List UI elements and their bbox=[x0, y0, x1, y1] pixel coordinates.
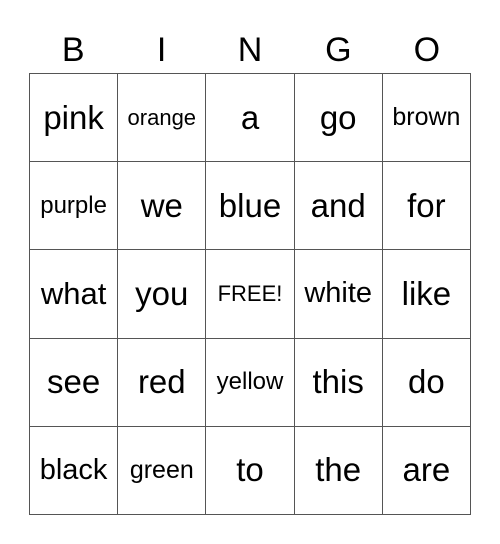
bingo-cell[interactable]: like bbox=[382, 250, 471, 339]
header-letter-n: N bbox=[237, 31, 263, 69]
bingo-cell[interactable]: go bbox=[294, 74, 383, 163]
bingo-cell[interactable]: pink bbox=[30, 74, 119, 163]
bingo-cell[interactable]: and bbox=[294, 162, 383, 251]
bingo-cell[interactable]: do bbox=[382, 338, 471, 427]
bingo-cell[interactable]: for bbox=[382, 162, 471, 251]
bingo-cell[interactable]: blue bbox=[206, 162, 295, 251]
header-letter-b: B bbox=[61, 31, 85, 69]
header-letter-o: O bbox=[413, 31, 441, 69]
bingo-cell[interactable]: this bbox=[294, 338, 383, 427]
bingo-cell[interactable]: white bbox=[294, 250, 383, 339]
bingo-cell[interactable]: we bbox=[118, 162, 207, 251]
bingo-cell[interactable]: are bbox=[382, 426, 471, 515]
bingo-card: pink orange a go brown purple we blue an… bbox=[29, 73, 471, 515]
bingo-header: B I N G O bbox=[29, 30, 471, 70]
bingo-cell[interactable]: yellow bbox=[206, 338, 295, 427]
bingo-cell[interactable]: to bbox=[206, 426, 295, 515]
header-letter-i: I bbox=[156, 31, 167, 69]
free-space[interactable]: FREE! bbox=[206, 250, 295, 339]
bingo-cell[interactable]: you bbox=[118, 250, 207, 339]
bingo-cell[interactable]: black bbox=[30, 426, 119, 515]
bingo-cell[interactable]: brown bbox=[382, 74, 471, 163]
bingo-cell[interactable]: the bbox=[294, 426, 383, 515]
bingo-cell[interactable]: red bbox=[118, 338, 207, 427]
header-letter-g: G bbox=[325, 31, 352, 69]
bingo-cell[interactable]: see bbox=[30, 338, 119, 427]
bingo-cell[interactable]: green bbox=[118, 426, 207, 515]
bingo-cell[interactable]: orange bbox=[118, 74, 207, 163]
bingo-cell[interactable]: a bbox=[206, 74, 295, 163]
bingo-cell[interactable]: what bbox=[30, 250, 119, 339]
bingo-cell[interactable]: purple bbox=[30, 162, 119, 251]
